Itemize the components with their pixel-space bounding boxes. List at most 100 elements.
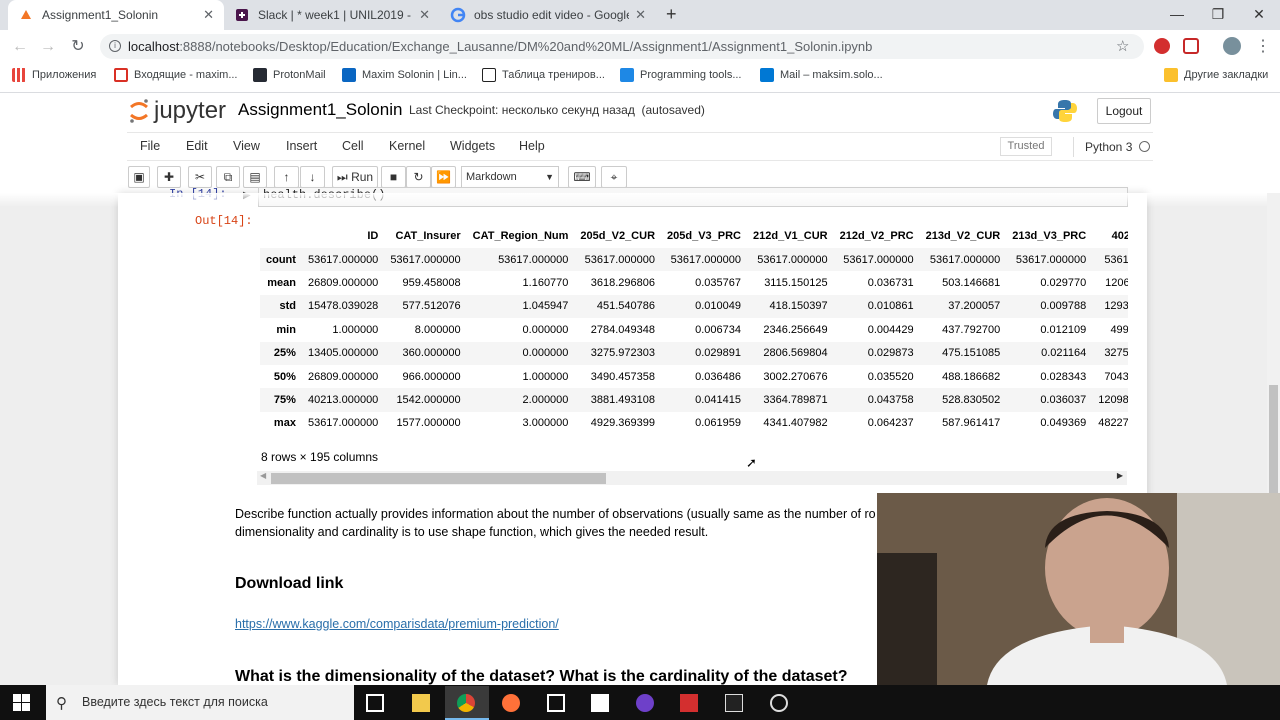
- table-cell: 129306.9: [1104, 300, 1128, 313]
- menu-insert[interactable]: Insert: [286, 139, 317, 153]
- close-icon[interactable]: ✕: [419, 7, 430, 23]
- cut-icon[interactable]: ✂: [188, 166, 212, 188]
- menu-edit[interactable]: Edit: [186, 139, 208, 153]
- apps-grid-icon: [12, 68, 26, 82]
- obs-icon[interactable]: [770, 694, 788, 712]
- new-tab-button[interactable]: +: [666, 4, 677, 25]
- other-bookmarks[interactable]: Другие закладки: [1164, 63, 1268, 87]
- save-icon[interactable]: ▣: [128, 166, 150, 188]
- mouse-cursor-icon: ➚: [746, 455, 757, 470]
- file-explorer-icon[interactable]: [412, 694, 430, 712]
- tab-assignment[interactable]: Assignment1_Solonin ✕: [8, 0, 224, 30]
- table-cell: 8.000000: [414, 323, 461, 336]
- tab-slack[interactable]: Slack | * week1 | UNIL2019 - Data ✕: [224, 0, 440, 30]
- table-row: 25% 13405.000000 360.000000 0.000000 3275.97…: [260, 341, 1128, 365]
- restart-icon[interactable]: ↻: [406, 166, 431, 188]
- scroll-left-icon[interactable]: ◀: [260, 471, 266, 480]
- crosshair-icon[interactable]: ⌖: [601, 166, 627, 188]
- table-cell: 2.000000: [522, 394, 569, 407]
- notebook-title[interactable]: Assignment1_Solonin: [238, 100, 402, 120]
- table-cell: 1.000000: [332, 323, 379, 336]
- unil-icon: [620, 68, 634, 82]
- menu-cell[interactable]: Cell: [342, 139, 364, 153]
- insert-cell-icon[interactable]: ✚: [157, 166, 181, 188]
- acrobat-icon[interactable]: [680, 694, 698, 712]
- jupyter-logo[interactable]: jupyter: [128, 97, 226, 125]
- terminal-icon[interactable]: [725, 694, 743, 712]
- move-up-icon[interactable]: ↑: [274, 166, 299, 188]
- table-cell: 528.830502: [942, 394, 1001, 407]
- table-cell: 0.035520: [867, 370, 914, 383]
- bookmark-programming[interactable]: Programming tools...: [620, 63, 741, 87]
- more-menu-icon[interactable]: ⋮: [1255, 36, 1271, 56]
- chrome-icon[interactable]: [457, 694, 475, 712]
- bookmark-mail[interactable]: Mail – maksim.solo...: [760, 63, 883, 87]
- store-icon[interactable]: [591, 694, 609, 712]
- paste-icon[interactable]: ▤: [243, 166, 267, 188]
- menu-widgets[interactable]: Widgets: [450, 139, 495, 153]
- menu-file[interactable]: File: [140, 139, 160, 153]
- restart-run-all-icon[interactable]: ⏩: [431, 166, 456, 188]
- back-arrow-icon[interactable]: ←: [10, 37, 30, 57]
- taskbar-search-input[interactable]: Введите здесь текст для поиска: [46, 685, 354, 720]
- task-view-icon[interactable]: [366, 694, 384, 712]
- menu-kernel[interactable]: Kernel: [389, 139, 425, 153]
- bookmark-table[interactable]: Таблица трениров...: [482, 63, 605, 87]
- column-header: 205d_V3_PRC: [667, 230, 742, 242]
- restore-button[interactable]: ❐: [1196, 0, 1240, 30]
- table-cell: 2346.256649: [763, 323, 828, 336]
- column-header: 213d_V3_PRC: [1012, 230, 1087, 242]
- reload-icon[interactable]: ↻: [68, 37, 88, 57]
- vertical-scroll-thumb[interactable]: [1269, 385, 1278, 495]
- close-icon[interactable]: ✕: [635, 7, 646, 23]
- firefox-icon[interactable]: [502, 694, 520, 712]
- table-cell: 451.540786: [596, 300, 656, 313]
- cell-type-select[interactable]: Markdown ▼: [461, 166, 559, 188]
- table-cell: 3002.270676: [763, 370, 828, 383]
- move-down-icon[interactable]: ↓: [300, 166, 325, 188]
- forward-arrow-icon[interactable]: →: [38, 37, 58, 57]
- checkpoint-status: Last Checkpoint: несколько секунд назад …: [409, 103, 705, 117]
- menu-view[interactable]: View: [233, 139, 260, 153]
- windows-start-icon[interactable]: [13, 694, 30, 716]
- copy-icon[interactable]: ⧉: [216, 166, 240, 188]
- kaggle-link[interactable]: https://www.kaggle.com/comparisdata/prem…: [235, 617, 559, 631]
- table-row: max 53617.000000 1577.000000 3.000000 4929.3…: [260, 412, 1128, 435]
- bookmark-gmail[interactable]: Входящие - maxim...: [114, 63, 238, 87]
- keyboard-icon[interactable]: ⌨: [568, 166, 596, 188]
- minimize-button[interactable]: —: [1155, 0, 1199, 30]
- star-icon[interactable]: ☆: [1116, 34, 1129, 59]
- url-path: :8888/notebooks/Desktop/Education/Exchan…: [179, 39, 873, 54]
- close-icon[interactable]: ✕: [203, 7, 214, 23]
- table-cell: 0.029891: [695, 347, 742, 360]
- github-icon[interactable]: [636, 694, 654, 712]
- info-icon[interactable]: i: [109, 40, 121, 52]
- horizontal-scroll-thumb[interactable]: [271, 473, 606, 484]
- bookmark-linkedin[interactable]: Maxim Solonin | Lin...: [342, 63, 467, 87]
- scroll-right-icon[interactable]: ▶: [1117, 471, 1123, 480]
- table-cell: 587.961417: [942, 417, 1001, 430]
- bookmark-apps[interactable]: Приложения: [12, 63, 96, 87]
- table-cell: 40213.000000: [307, 394, 379, 407]
- tab-google[interactable]: obs studio edit video - Google Se ✕: [440, 0, 656, 30]
- table-cell: 437.792700: [942, 323, 1001, 336]
- table-cell: 0.036037: [1040, 394, 1087, 407]
- table-cell: 26809.000000: [307, 370, 379, 383]
- address-bar[interactable]: i localhost:8888/notebooks/Desktop/Educa…: [100, 34, 1144, 59]
- logout-button[interactable]: Logout: [1097, 98, 1151, 124]
- trusted-indicator[interactable]: Trusted: [1000, 137, 1052, 156]
- google-icon: [450, 7, 466, 23]
- menu-help[interactable]: Help: [519, 139, 545, 153]
- profile-avatar[interactable]: [1223, 37, 1241, 55]
- window-close-button[interactable]: ✕: [1237, 0, 1280, 30]
- table-cell: 488.186682: [942, 370, 1001, 383]
- mail-icon[interactable]: [547, 694, 565, 712]
- adblock-icon[interactable]: [1154, 38, 1170, 54]
- table-cell: 1.160770: [522, 277, 569, 290]
- bookmark-protonmail[interactable]: ProtonMail: [253, 63, 326, 87]
- stop-icon[interactable]: ■: [381, 166, 406, 188]
- run-button[interactable]: ⏭ Run: [332, 166, 378, 188]
- table-cell: 53617.000000: [307, 253, 379, 266]
- jupyter-logo-icon: [130, 99, 148, 123]
- pocket-icon[interactable]: [1183, 38, 1199, 54]
